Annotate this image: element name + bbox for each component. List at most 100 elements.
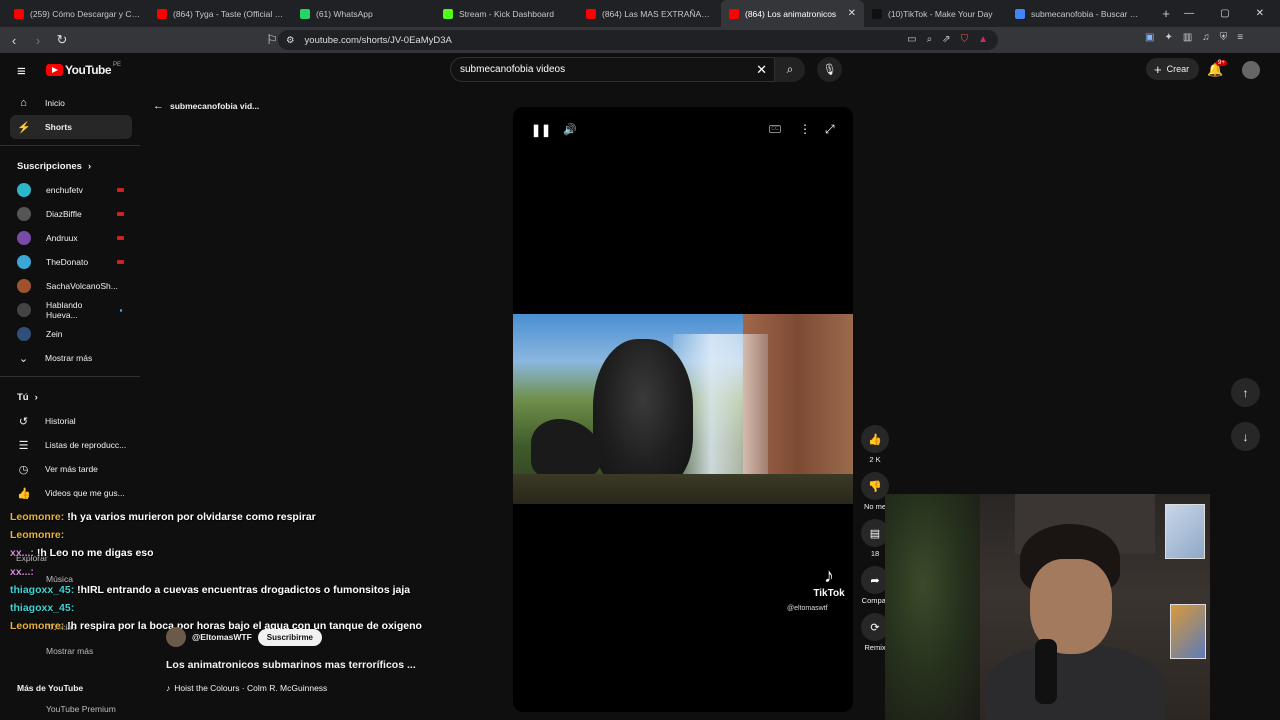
tab-label: submecanofobia - Buscar con (1031, 8, 1142, 19)
sidebar-subscription[interactable]: SachaVolcanoSh... (0, 274, 140, 298)
browser-tab[interactable]: Stream - Kick Dashboard (435, 0, 578, 27)
sidebar-item-history[interactable]: ↺ Historial (0, 409, 140, 433)
sidebar-item-clock[interactable]: ◷ Ver más tarde (0, 457, 140, 481)
sidebar-item-playlist[interactable]: ☰ Listas de reproducc... (0, 433, 140, 457)
volume-icon[interactable]: 🔊 (563, 123, 577, 136)
gorilla-animatronic (593, 339, 693, 489)
subscriptions-header[interactable]: Suscripciones › (0, 154, 140, 178)
search-button[interactable]: ⌕ (775, 57, 805, 82)
search-input[interactable]: submecanofobia videos ✕ (450, 57, 775, 82)
extensions-icon[interactable]: ✦ (1164, 32, 1172, 43)
sidebar-item-label: Zein (46, 329, 63, 339)
clear-search-icon[interactable]: ✕ (756, 62, 767, 78)
channel-avatar (17, 303, 31, 317)
brave-shield-icon[interactable]: ⛉ (961, 34, 969, 45)
sidebar-item-shorts[interactable]: ⚡ Shorts (10, 115, 132, 139)
back-to-search[interactable]: ← submecanofobia vid... (153, 100, 259, 112)
show-more-button[interactable]: ⌄ Mostrar más (0, 346, 140, 370)
youtube-logo[interactable]: YouTube PE (46, 62, 122, 77)
previous-short-button[interactable]: ↑ (1231, 378, 1260, 407)
tab-label: (10)TikTok - Make Your Day (888, 8, 993, 19)
music-note-icon: ♪ (166, 683, 171, 693)
music-icon[interactable]: ♫ (1202, 32, 1210, 43)
close-tab-icon[interactable]: ✕ (848, 8, 856, 19)
browser-tab[interactable]: (864) Los animatronicos ✕ (721, 0, 864, 27)
water-surface (513, 474, 853, 504)
back-arrow-icon[interactable]: ‹ (4, 33, 24, 48)
vpn-icon[interactable]: ⛨ (1220, 32, 1228, 43)
channel-avatar (17, 279, 31, 293)
create-button[interactable]: + Crear (1146, 58, 1200, 80)
maximize-icon[interactable]: ▢ (1220, 8, 1229, 19)
chat-username: Leomonre: (10, 529, 65, 542)
logo-text: YouTube (65, 63, 112, 77)
sidebar-item-inicio[interactable]: ⌂ Inicio (0, 91, 140, 115)
minimize-icon[interactable]: — (1184, 8, 1194, 19)
tab-favicon-icon (14, 8, 24, 19)
chat-text: !hIRL entrando a cuevas encuentras droga… (77, 583, 411, 596)
zoom-icon[interactable]: ⌕ (927, 34, 933, 45)
fullscreen-icon[interactable]: ⤢ (825, 122, 835, 137)
menu-icon[interactable]: ≡ (1237, 32, 1243, 43)
short-navigation: ↑ ↓ (1231, 378, 1260, 466)
sidebar-subscription[interactable]: TheDonato (0, 250, 140, 274)
captions-icon[interactable]: CC (769, 125, 781, 133)
gorilla-arm (531, 419, 601, 479)
short-title[interactable]: Los animatronicos submarinos mas terrorí… (166, 659, 506, 671)
pause-icon[interactable]: ❚❚ (531, 123, 551, 137)
sidebar-subscription[interactable]: enchufetv (0, 178, 140, 202)
thumbs-up-icon: 👍 (17, 487, 31, 500)
new-tab-icon[interactable]: + (1156, 6, 1176, 21)
search-icon: ⌕ (786, 62, 794, 76)
tab-favicon-icon (1015, 8, 1025, 19)
channel-avatar[interactable] (166, 627, 186, 647)
short-song[interactable]: ♪ Hoist the Colours · Colm R. McGuinness (166, 683, 506, 693)
tab-favicon-icon (586, 8, 596, 19)
more-options-icon[interactable]: ⋮ (799, 122, 811, 136)
chevron-right-icon: › (87, 160, 92, 172)
sidebar-item-thumbs-up[interactable]: 👍 Videos que me gus... (0, 481, 140, 505)
channel-name[interactable]: @EltomasWTF (192, 632, 252, 642)
share-page-icon[interactable]: ⇗ (942, 34, 950, 45)
live-indicator-icon (117, 212, 124, 216)
reload-icon[interactable]: ↻ (52, 32, 72, 48)
you-header[interactable]: Tú › (0, 385, 140, 409)
tab-favicon-icon (300, 8, 310, 19)
sidebar-subscription[interactable]: Zein (0, 322, 140, 346)
browser-tab[interactable]: (864) Tyga - Taste (Official Vide (149, 0, 292, 27)
account-avatar[interactable] (1242, 61, 1260, 79)
sidebar-item-mostrar-mas[interactable]: Mostrar más (46, 646, 93, 656)
arrow-up-icon: ↑ (1242, 385, 1249, 400)
country-code: PE (113, 62, 122, 68)
close-window-icon[interactable]: ✕ (1256, 8, 1264, 19)
stream-chat-overlay: Leomonre: !h ya varios murieron por olvi… (10, 510, 430, 638)
forward-arrow-icon[interactable]: › (28, 33, 48, 48)
thumbs-up-button[interactable]: 👍 2 K (858, 425, 892, 464)
url-field[interactable]: ⚙ youtube.com/shorts/JV-0EaMyD3A ▭ ⌕ ⇗ ⛉… (278, 30, 998, 50)
sidebar-panel-icon[interactable]: ▥ (1183, 32, 1192, 43)
rewards-icon[interactable]: ▲ (978, 34, 988, 45)
sidebar-item-label: TheDonato (46, 257, 89, 267)
browser-tab[interactable]: (864) Las MAS EXTRAÑAS CIN (578, 0, 721, 27)
mic-icon: 🎙 (822, 64, 837, 76)
site-info-icon[interactable]: ⚙ (286, 35, 295, 46)
browser-tab[interactable]: (10)TikTok - Make Your Day (864, 0, 1007, 27)
browser-tab[interactable]: submecanofobia - Buscar con (1007, 0, 1150, 27)
tiktok-watermark: ♪ TikTok (809, 565, 849, 599)
sidebar-subscription[interactable]: Hablando Huevа... (0, 298, 140, 322)
next-short-button[interactable]: ↓ (1231, 422, 1260, 451)
browser-tab-bar: (259) Cómo Descargar y Confi (864) Tyga -… (0, 0, 1280, 27)
cast-icon[interactable]: ▭ (907, 34, 916, 45)
extensions-area: ▣ ✦ ▥ ♫ ⛨ ≡ (1145, 32, 1243, 43)
browser-tab[interactable]: (259) Cómo Descargar y Confi (6, 0, 149, 27)
sidebar-item-youtube-premium[interactable]: YouTube Premium (46, 704, 116, 714)
clock-icon: ◷ (18, 463, 29, 476)
short-video-player[interactable]: ❚❚ 🔊 CC ⋮ ⤢ ♪ TikTok @eltomaswtf (513, 107, 853, 712)
voice-search-button[interactable]: 🎙 (817, 57, 842, 82)
sidebar-subscription[interactable]: DiazBiffle (0, 202, 140, 226)
browser-tab[interactable]: (61) WhatsApp (292, 0, 435, 27)
subscribe-button[interactable]: Suscribirme (257, 628, 323, 646)
translate-icon[interactable]: ▣ (1145, 32, 1154, 43)
sidebar-subscription[interactable]: Andruux (0, 226, 140, 250)
hamburger-menu-icon[interactable]: ≡ (17, 63, 26, 80)
